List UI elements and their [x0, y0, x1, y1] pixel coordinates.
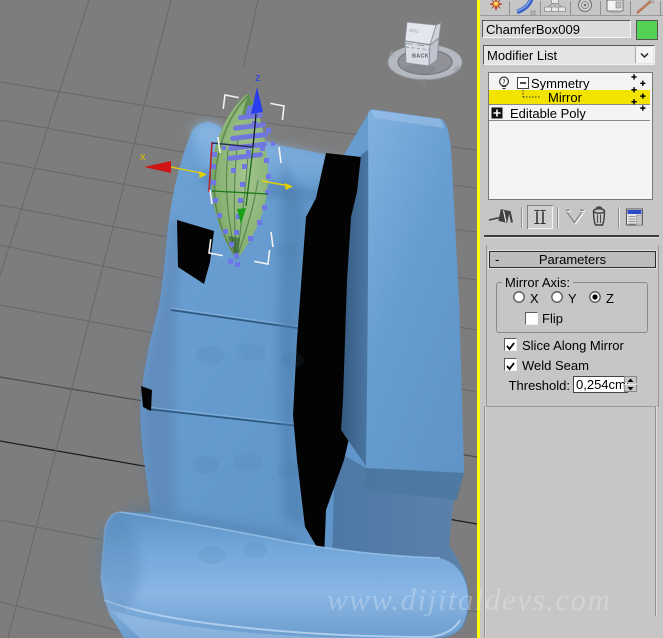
svg-text:N: N: [420, 78, 426, 87]
svg-text:z: z: [255, 72, 261, 84]
svg-text:BACK: BACK: [412, 54, 429, 60]
svg-text:x: x: [140, 151, 146, 163]
